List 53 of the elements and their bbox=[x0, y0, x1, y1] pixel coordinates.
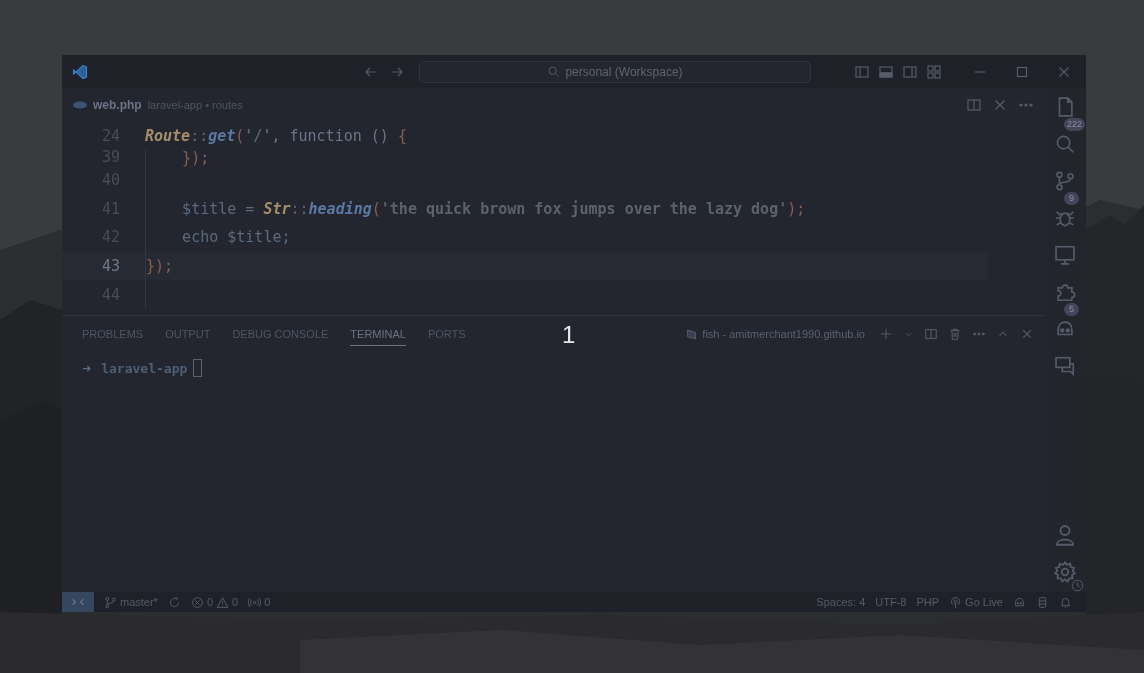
prompt-directory: laravel-app bbox=[101, 360, 188, 376]
panel-tab[interactable]: TERMINAL bbox=[350, 322, 406, 346]
copilot-icon[interactable] bbox=[1013, 595, 1026, 609]
count-badge: 222 bbox=[1064, 118, 1086, 131]
trash-icon[interactable] bbox=[948, 327, 962, 341]
warning-icon bbox=[216, 595, 230, 609]
branch-icon[interactable] bbox=[1054, 170, 1076, 192]
counter-number: 1 bbox=[562, 321, 576, 349]
status-item[interactable]: Spaces: 4 bbox=[816, 596, 866, 608]
settings-icon[interactable] bbox=[1053, 560, 1077, 584]
search-text: personal (Workspace) bbox=[565, 64, 683, 79]
database-icon[interactable] bbox=[1036, 595, 1049, 609]
terminal-name[interactable]: fish - amitmerchant1990.github.io bbox=[702, 328, 865, 340]
branch-icon bbox=[104, 595, 117, 609]
prompt-arrow: ➜ bbox=[82, 361, 92, 375]
terminal-cursor bbox=[193, 359, 203, 377]
plus-icon[interactable] bbox=[879, 327, 893, 341]
close-icon[interactable] bbox=[1020, 327, 1034, 341]
account-icon[interactable] bbox=[1053, 523, 1077, 547]
count-badge: 5 bbox=[1064, 303, 1079, 316]
broadcast-icon bbox=[248, 595, 262, 609]
sync-icon[interactable] bbox=[167, 595, 181, 609]
line-number: 43 bbox=[100, 257, 121, 276]
count-badge: 9 bbox=[1064, 192, 1079, 205]
code-line: $title = Str::heading('the quick brown fox jumps over the lazy dog'); bbox=[145, 194, 806, 224]
bell-icon[interactable] bbox=[1059, 595, 1072, 609]
code-line: }); bbox=[145, 251, 174, 281]
code-line: Route::get('/', function () { bbox=[145, 126, 407, 147]
panel-toggle-icon[interactable] bbox=[878, 63, 894, 80]
error-icon bbox=[190, 595, 204, 609]
layout-grid-icon[interactable] bbox=[926, 63, 942, 80]
app-logo-icon bbox=[72, 63, 88, 80]
command-search-field[interactable]: personal (Workspace) bbox=[419, 60, 811, 83]
go-live-button[interactable]: Go Live bbox=[949, 595, 1003, 609]
search-icon bbox=[547, 65, 561, 78]
branch-status[interactable]: master* bbox=[104, 595, 158, 609]
chat-icon[interactable] bbox=[1054, 355, 1076, 377]
editor-tab[interactable]: web.php bbox=[72, 97, 142, 113]
ports-status[interactable]: 0 bbox=[248, 595, 271, 609]
search-icon[interactable] bbox=[1054, 133, 1076, 155]
secondary-sidebar-icon[interactable] bbox=[902, 63, 918, 80]
status-item[interactable]: PHP bbox=[916, 596, 940, 608]
monitor-icon[interactable] bbox=[1054, 244, 1076, 266]
code-line: echo $title; bbox=[145, 223, 291, 252]
split-terminal-icon[interactable] bbox=[924, 327, 938, 341]
remote-button[interactable] bbox=[62, 592, 94, 612]
sidebar-toggle-icon[interactable] bbox=[854, 63, 870, 80]
puzzle-icon[interactable] bbox=[1054, 281, 1076, 303]
split-editor-icon[interactable] bbox=[966, 97, 982, 113]
status-item[interactable]: UTF-8 bbox=[875, 596, 907, 608]
broadcast-icon bbox=[949, 595, 963, 609]
terminal-shell-icon bbox=[685, 327, 699, 341]
code-line: }); bbox=[145, 150, 210, 166]
